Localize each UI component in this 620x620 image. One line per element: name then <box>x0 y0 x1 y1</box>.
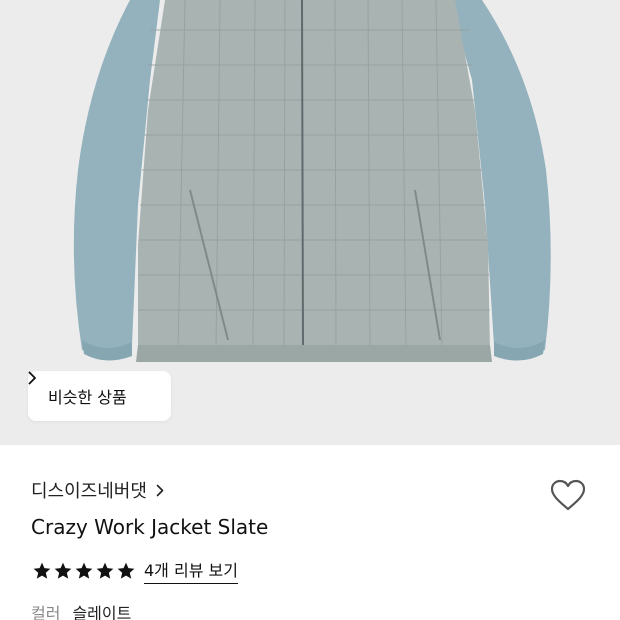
star-icon <box>53 561 73 581</box>
rating-stars <box>32 561 136 581</box>
star-icon <box>32 561 52 581</box>
wishlist-heart-icon[interactable] <box>548 475 588 515</box>
similar-products-label: 비슷한 상품 <box>48 388 127 407</box>
star-icon <box>74 561 94 581</box>
reviews-link[interactable]: 4개 리뷰 보기 <box>144 557 238 584</box>
color-value: 슬레이트 <box>72 604 132 620</box>
product-name: Crazy Work Jacket Slate <box>31 515 269 539</box>
chevron-right-icon <box>156 484 164 497</box>
rating-row: 4개 리뷰 보기 <box>32 557 238 584</box>
brand-link[interactable]: 디스이즈네버댓 <box>31 477 164 503</box>
color-option: 컬러 슬레이트 <box>31 600 131 620</box>
product-info-panel: 디스이즈네버댓 Crazy Work Jacket Slate 4개 리뷰 보기… <box>0 445 620 620</box>
brand-name: 디스이즈네버댓 <box>31 481 147 502</box>
star-icon <box>95 561 115 581</box>
star-icon <box>116 561 136 581</box>
product-image: 비슷한 상품 <box>0 0 620 445</box>
similar-products-button[interactable]: 비슷한 상품 <box>28 371 171 421</box>
color-label: 컬러 <box>31 604 61 620</box>
